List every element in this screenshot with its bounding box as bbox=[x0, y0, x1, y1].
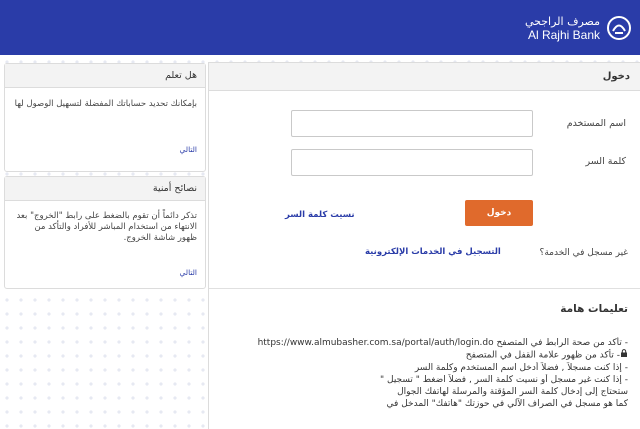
did-you-know-next-link[interactable]: التالي bbox=[180, 145, 197, 154]
section-divider bbox=[209, 288, 640, 289]
important-notes-title: تعليمات هامة bbox=[560, 303, 628, 315]
login-panel: دخول اسم المستخدم كلمة السر دخول نسيت كل… bbox=[208, 62, 640, 429]
note-line: - تأكد من ظهور علامة القفل في المتصفح bbox=[218, 349, 628, 362]
password-input[interactable] bbox=[291, 149, 533, 176]
security-tips-panel: نصائح أمنية تذكر دائماً أن تقوم بالضغط ع… bbox=[4, 176, 206, 289]
register-link[interactable]: التسجيل في الخدمات الإلكترونية bbox=[365, 247, 501, 257]
bank-name: مصرف الراجحي Al Rajhi Bank bbox=[525, 15, 600, 42]
bank-name-english: Al Rajhi Bank bbox=[527, 27, 600, 42]
security-tips-next-link[interactable]: التالي bbox=[180, 268, 197, 277]
top-header-bar: مصرف الراجحي Al Rajhi Bank bbox=[0, 0, 640, 55]
username-label: اسم المستخدم bbox=[566, 118, 626, 129]
security-tips-title: نصائح أمنية bbox=[5, 177, 205, 201]
note-line: كما هو مسجل في الصراف الآلي في حوزتك "ها… bbox=[386, 398, 628, 409]
note-line: - إذا كنت مسجلاً , فضلاً أدخل اسم المستخ… bbox=[414, 362, 628, 373]
note-line-text: - تأكد من ظهور علامة القفل في المتصفح bbox=[465, 350, 620, 361]
username-input[interactable] bbox=[291, 110, 533, 137]
login-button[interactable]: دخول bbox=[465, 200, 533, 226]
forgot-password-link[interactable]: نسيت كلمة السر bbox=[285, 210, 355, 220]
al-rajhi-logo-icon bbox=[606, 15, 632, 41]
important-notes-list: - تأكد من صحة الرابط في المتصفح https://… bbox=[218, 337, 628, 410]
did-you-know-text: بإمكانك تحديد حساباتك المفضلة لتسهيل الو… bbox=[14, 99, 197, 109]
note-line: - إذا كنت غير مسجل أو نسيت كلمة السر , ف… bbox=[380, 374, 628, 385]
password-label: كلمة السر bbox=[585, 156, 626, 167]
not-registered-label: غير مسجل في الخدمة؟ bbox=[539, 248, 628, 258]
did-you-know-title: هل تعلم bbox=[5, 64, 205, 88]
did-you-know-panel: هل تعلم بإمكانك تحديد حساباتك المفضلة لت… bbox=[4, 63, 206, 172]
security-tips-text: تذكر دائماً أن تقوم بالضغط على رابط "الخ… bbox=[16, 211, 197, 243]
note-line: ستحتاج إلى إدخال كلمة السر المؤقتة والمر… bbox=[397, 386, 628, 397]
bank-name-arabic: مصرف الراجحي bbox=[524, 14, 600, 28]
lock-icon bbox=[620, 349, 628, 361]
bank-brand[interactable]: مصرف الراجحي Al Rajhi Bank bbox=[525, 10, 632, 46]
login-title: دخول bbox=[209, 63, 640, 91]
note-line: - تأكد من صحة الرابط في المتصفح https://… bbox=[257, 338, 628, 348]
